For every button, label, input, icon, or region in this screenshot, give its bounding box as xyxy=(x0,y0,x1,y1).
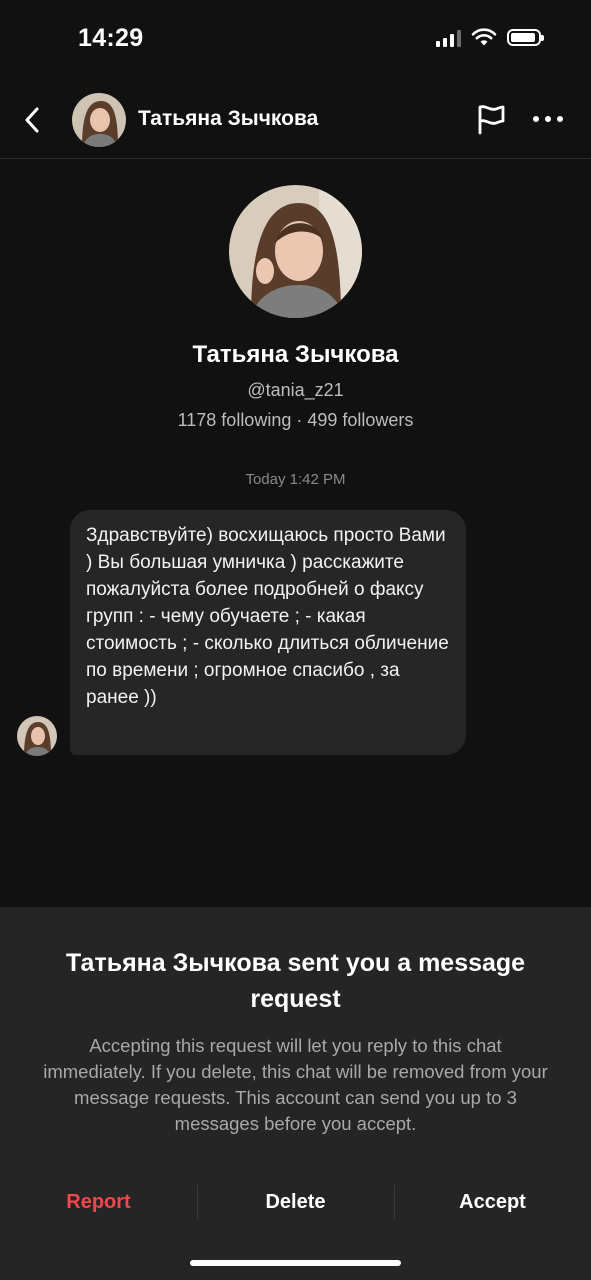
header-contact-name[interactable]: Татьяна Зычкова xyxy=(138,107,318,131)
status-time: 14:29 xyxy=(78,24,144,52)
request-description: Accepting this request will let you repl… xyxy=(43,1035,548,1134)
header-avatar[interactable] xyxy=(72,93,126,147)
profile-avatar[interactable] xyxy=(229,185,362,318)
delete-button[interactable]: Delete xyxy=(197,1177,394,1227)
message-request-sheet: Татьяна Зычкова sent you a message reque… xyxy=(0,907,591,1280)
sender-avatar[interactable] xyxy=(17,716,57,756)
home-indicator[interactable] xyxy=(190,1260,401,1266)
status-icons xyxy=(436,28,544,47)
avatar-photo xyxy=(17,716,57,756)
request-actions: Report Delete Accept xyxy=(0,1177,591,1227)
profile-handle: @tania_z21 xyxy=(247,380,344,400)
profile-follow-stats: 1178 following · 499 followers xyxy=(177,410,414,430)
status-bar: 14:29 xyxy=(0,0,591,80)
more-options-button[interactable] xyxy=(533,102,563,136)
message-bubble[interactable]: Здравствуйте) восхищаюсь просто Вами ) В… xyxy=(70,510,466,755)
report-flag-button[interactable] xyxy=(474,102,508,136)
wifi-icon xyxy=(471,28,497,46)
chevron-left-icon xyxy=(25,107,39,133)
more-dots-icon xyxy=(533,116,539,122)
flag-icon xyxy=(478,105,505,135)
message-text: Здравствуйте) восхищаюсь просто Вами ) В… xyxy=(86,525,449,708)
report-button[interactable]: Report xyxy=(0,1177,197,1227)
avatar-photo xyxy=(72,93,126,147)
avatar-photo xyxy=(229,185,362,318)
accept-button[interactable]: Accept xyxy=(394,1177,591,1227)
back-button[interactable] xyxy=(16,102,48,138)
battery-icon xyxy=(507,29,544,46)
cellular-signal-icon xyxy=(436,29,461,47)
message-timestamp: Today 1:42 PM xyxy=(245,471,346,488)
profile-name: Татьяна Зычкова xyxy=(192,341,399,368)
chat-header: Татьяна Зычкова xyxy=(0,80,591,159)
request-title: Татьяна Зычкова sent you a message reque… xyxy=(65,949,526,1013)
